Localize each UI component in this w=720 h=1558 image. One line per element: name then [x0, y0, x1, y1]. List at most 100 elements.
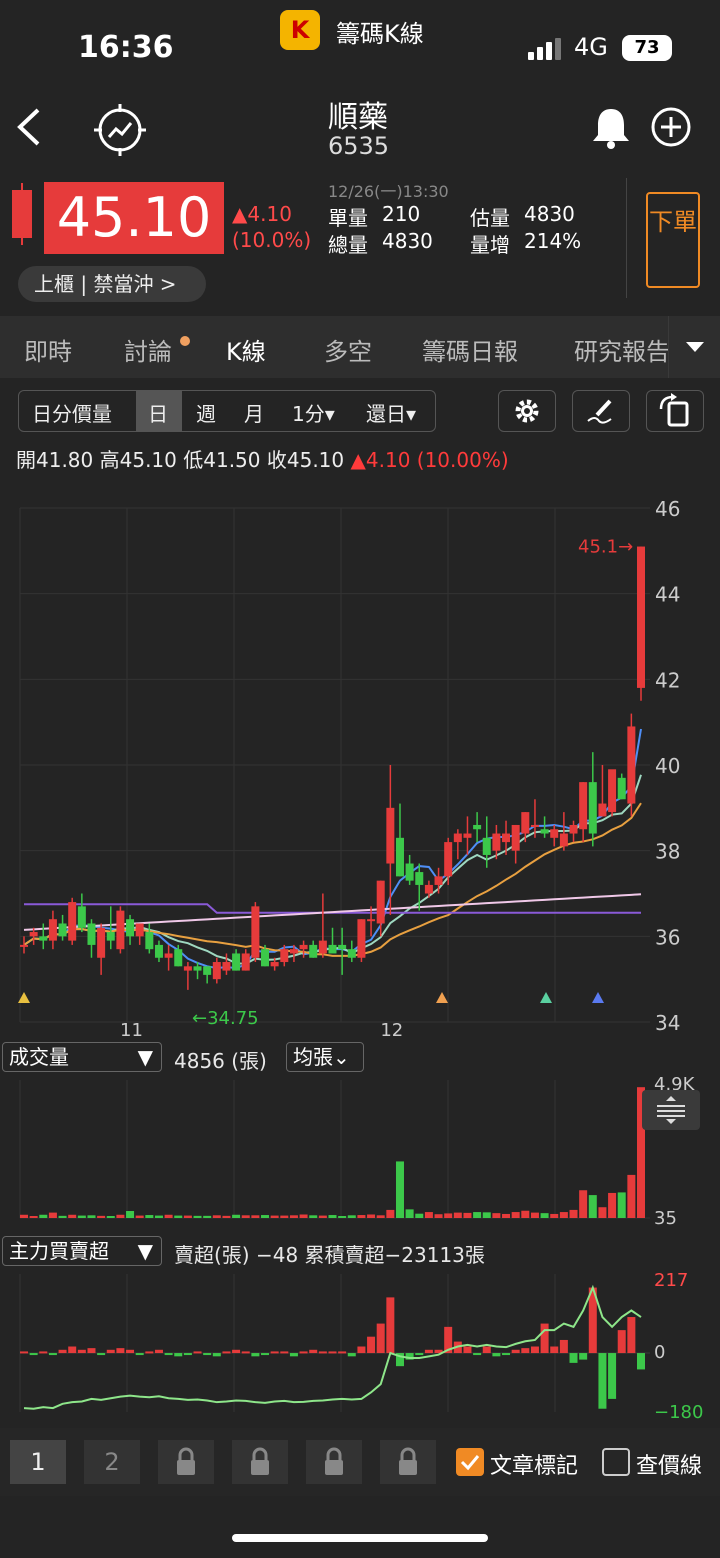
tab-kline[interactable]: K線 — [226, 332, 266, 367]
volume-axis-min: 35 — [654, 1208, 677, 1229]
main-force-bar — [58, 1349, 67, 1354]
volume-indicator-label: 成交量 — [9, 1045, 69, 1069]
candle-body — [48, 919, 57, 941]
article-mark-label[interactable]: 文章標記 — [490, 1448, 578, 1480]
close-label: 收 — [266, 448, 287, 472]
app-name: 籌碼K線 — [336, 20, 424, 48]
tab-long-short[interactable]: 多空 — [324, 332, 372, 367]
stock-code: 6535 — [328, 132, 390, 160]
tab-realtime[interactable]: 即時 — [24, 332, 72, 367]
main-force-bar — [540, 1323, 549, 1354]
volume-bar — [68, 1214, 77, 1218]
main-force-axis-zero: 0 — [654, 1342, 666, 1363]
candle-body — [395, 837, 404, 877]
home-indicator — [232, 1534, 488, 1542]
tab-discussion[interactable]: 討論 — [124, 332, 172, 367]
period-minute[interactable]: 1分▾ — [292, 398, 335, 427]
main-force-bar — [347, 1353, 356, 1357]
main-force-bar — [68, 1346, 77, 1354]
event-marker-icon — [436, 992, 448, 1003]
volume-bar — [482, 1212, 491, 1218]
ohlc-row: 開41.80 高45.10 低41.50 收45.10 ▲4.10 (10.00… — [16, 444, 509, 473]
volume-bar — [579, 1190, 588, 1218]
locked-page-button[interactable] — [380, 1440, 436, 1484]
period-adjust[interactable]: 還日▾ — [366, 398, 416, 427]
main-force-bar — [280, 1351, 289, 1354]
volume-bar — [395, 1161, 404, 1218]
period-intraday[interactable]: 日分價量 — [32, 398, 112, 427]
y-tick-label: 42 — [655, 668, 680, 692]
main-force-bar — [106, 1349, 115, 1354]
caret-down-icon — [686, 342, 704, 352]
candle-body — [550, 829, 559, 838]
settings-button[interactable] — [498, 390, 556, 432]
candle-body — [521, 812, 530, 834]
x-tick-label: 12 — [380, 1020, 403, 1040]
add-icon[interactable] — [650, 106, 692, 148]
candle-body — [251, 906, 260, 958]
market-tag[interactable]: 上櫃 | 禁當沖 > — [18, 266, 206, 302]
trend-crosshair-icon[interactable] — [94, 104, 146, 156]
main-force-bar — [511, 1349, 520, 1354]
tab-research[interactable]: 研究報告 — [574, 332, 668, 367]
main-force-bar — [154, 1349, 163, 1354]
candlestick-chart[interactable]: 46 44 42 40 38 36 34 11 12 45.1→ ←34.75 — [0, 488, 720, 1040]
candle-body — [222, 962, 231, 971]
main-force-label: 主力買賣超 — [9, 1239, 109, 1263]
main-force-bar — [39, 1351, 48, 1354]
price-line-label[interactable]: 查價線 — [636, 1448, 702, 1480]
volume-bar — [627, 1174, 636, 1218]
volume-bar — [347, 1215, 356, 1218]
rotate-screen-icon — [659, 393, 689, 427]
volume-bar — [77, 1215, 86, 1218]
candle-body — [338, 944, 347, 950]
locked-page-button[interactable] — [306, 1440, 362, 1484]
volume-bar — [511, 1212, 520, 1218]
volume-bar — [473, 1212, 482, 1218]
order-button[interactable]: 下單 — [646, 192, 700, 288]
period-month[interactable]: 月 — [244, 398, 264, 427]
page-2-button[interactable]: 2 — [84, 1440, 140, 1484]
candle-body — [482, 837, 491, 855]
volume-bar — [386, 1209, 395, 1218]
volume-indicator-select[interactable]: 成交量 ▼ — [2, 1042, 162, 1072]
low-value: 41.50 — [203, 448, 261, 472]
main-force-bar — [357, 1346, 366, 1354]
main-force-select[interactable]: 主力買賣超 ▼ — [2, 1236, 162, 1266]
candle-body — [126, 919, 135, 937]
y-tick-label: 38 — [655, 840, 680, 864]
main-force-bar — [183, 1353, 192, 1356]
locked-page-button[interactable] — [232, 1440, 288, 1484]
volume-bar — [97, 1215, 106, 1218]
volume-bar — [328, 1215, 337, 1218]
unit-volume-label: 單量 — [328, 206, 368, 230]
bell-icon[interactable] — [590, 105, 632, 149]
locked-page-button[interactable] — [158, 1440, 214, 1484]
tab-chip-daily[interactable]: 籌碼日報 — [422, 332, 518, 367]
candle-body — [87, 923, 96, 945]
rotate-button[interactable] — [646, 390, 704, 432]
candle-body — [193, 966, 202, 971]
unit-volume-value: 210 — [382, 202, 421, 226]
volume-mode-select[interactable]: 均張⌄ — [286, 1042, 364, 1072]
period-day[interactable]: 日 — [148, 398, 168, 427]
total-volume-label: 總量 — [328, 233, 368, 257]
app-logo-icon: K — [280, 10, 320, 50]
candle-body — [328, 944, 337, 954]
event-marker-icon — [540, 992, 552, 1003]
volume-bar — [116, 1214, 125, 1218]
tabs-more-button[interactable] — [668, 316, 720, 378]
lock-icon — [251, 1447, 269, 1475]
back-button[interactable] — [14, 106, 44, 159]
draw-button[interactable] — [572, 390, 630, 432]
period-week[interactable]: 週 — [196, 398, 216, 427]
resize-handle[interactable] — [642, 1090, 700, 1130]
volume-bar — [550, 1213, 559, 1218]
main-force-bar — [241, 1351, 250, 1354]
page-1-button[interactable]: 1 — [10, 1440, 66, 1484]
main-force-bar — [627, 1317, 636, 1354]
total-volume-value: 4830 — [382, 229, 433, 253]
article-mark-checkbox[interactable] — [456, 1448, 484, 1476]
main-force-info: 賣超(張) −48 累積賣超−23113張 — [174, 1243, 485, 1267]
price-line-checkbox[interactable] — [602, 1448, 630, 1476]
